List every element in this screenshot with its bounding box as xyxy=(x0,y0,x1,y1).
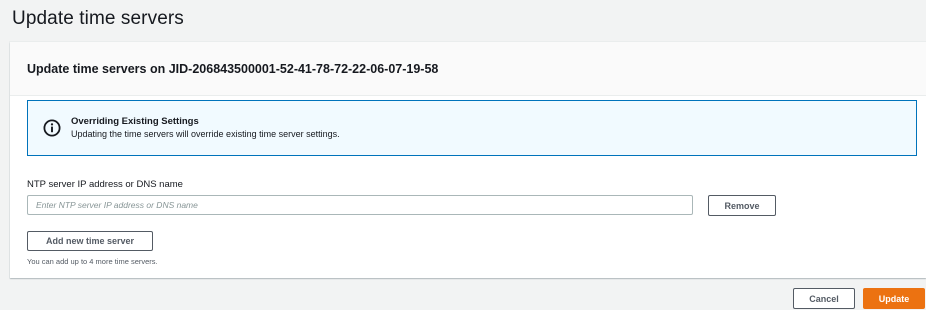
add-server-hint: You can add up to 4 more time servers. xyxy=(27,257,158,266)
alert-title: Overriding Existing Settings xyxy=(71,116,199,127)
alert-text: Overriding Existing Settings Updating th… xyxy=(71,116,340,140)
alert-message: Updating the time servers will override … xyxy=(71,129,340,139)
add-new-time-server-button[interactable]: Add new time server xyxy=(27,231,153,251)
info-alert: Overriding Existing Settings Updating th… xyxy=(27,100,917,156)
ntp-server-label: NTP server IP address or DNS name xyxy=(27,179,183,190)
info-icon xyxy=(43,119,61,137)
cancel-button[interactable]: Cancel xyxy=(793,288,855,309)
ntp-server-input[interactable] xyxy=(27,195,693,215)
update-button[interactable]: Update xyxy=(863,288,925,309)
panel-header-title: Update time servers on JID-206843500001-… xyxy=(27,61,439,76)
update-time-servers-panel: Update time servers on JID-206843500001-… xyxy=(10,42,926,278)
remove-button[interactable]: Remove xyxy=(708,195,776,216)
page-title: Update time servers xyxy=(12,8,184,29)
panel-header: Update time servers on JID-206843500001-… xyxy=(10,42,926,96)
